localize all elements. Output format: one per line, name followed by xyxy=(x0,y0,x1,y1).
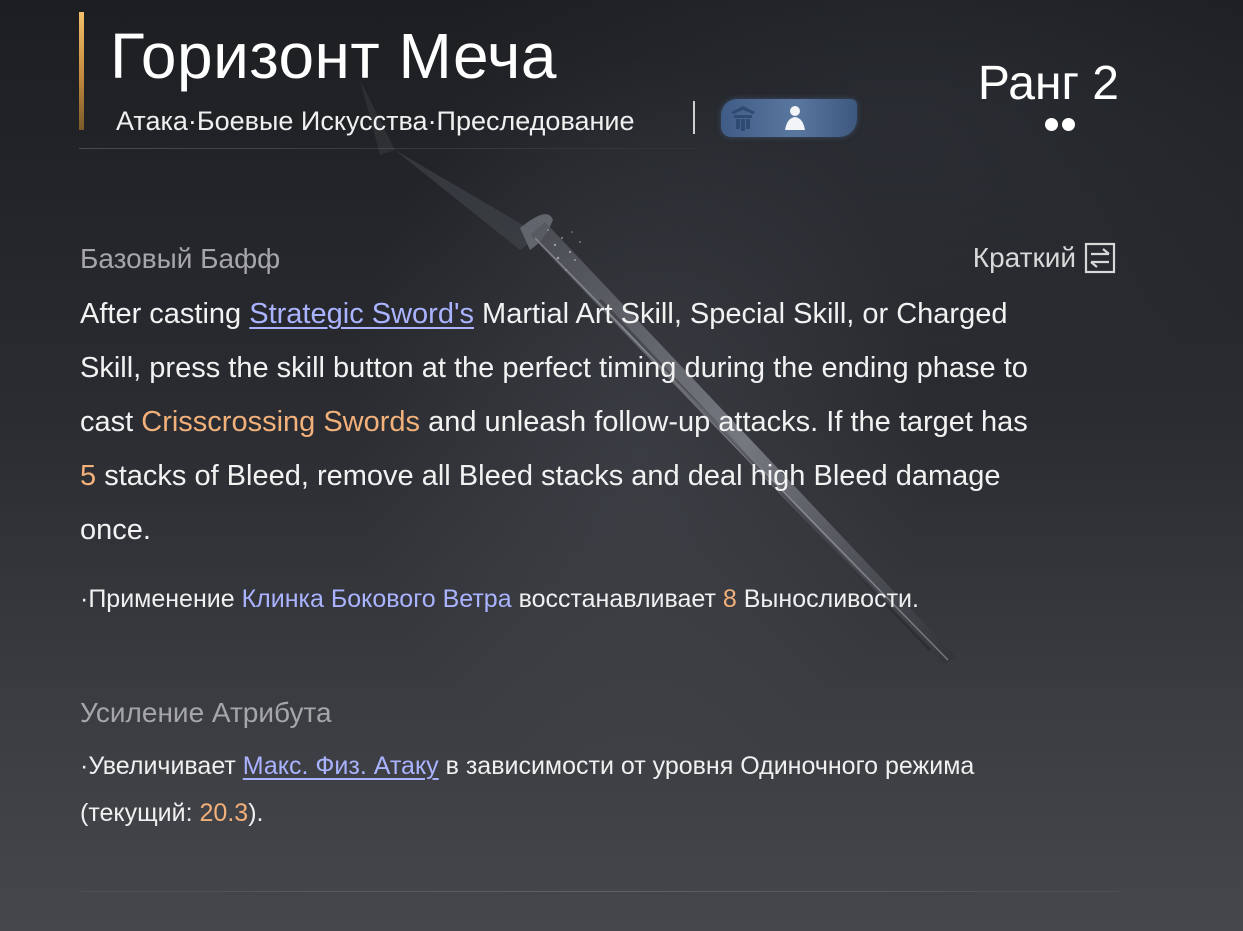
base-buff-description: After casting Strategic Sword's Martial … xyxy=(80,287,1040,557)
rank-label: Ранг 2 xyxy=(977,57,1119,110)
desc-text: and unleash follow-up attacks. If the ta… xyxy=(420,406,1028,438)
rank-dot xyxy=(1045,118,1058,131)
divider xyxy=(693,101,695,134)
skill-header: Горизонт Меча Атака·Боевые Искусства·Пре… xyxy=(79,12,1119,152)
desc-text: stacks of Bleed, remove all Bleed stacks… xyxy=(80,460,1001,546)
skill-categories: Атака·Боевые Искусства·Преследование xyxy=(116,106,635,136)
title-accent-bar xyxy=(79,12,84,130)
figure-icon xyxy=(785,106,805,130)
brief-toggle-label: Краткий xyxy=(972,242,1076,273)
swap-arrows-icon xyxy=(1084,242,1116,274)
rank-dots xyxy=(1045,118,1079,132)
bullet-text: ·Увеличивает xyxy=(80,752,243,780)
base-buff-label: Базовый Бафф xyxy=(80,243,281,274)
desc-text: After casting xyxy=(80,298,250,330)
base-buff-bullet: ·Применение Клинка Бокового Ветра восста… xyxy=(80,576,1080,623)
rank-dot xyxy=(1062,118,1075,131)
bullet-text: Выносливости. xyxy=(736,585,919,613)
max-phys-attack-link[interactable]: Макс. Физ. Атаку xyxy=(243,752,439,780)
bottom-divider xyxy=(80,891,1120,892)
skill-title: Горизонт Меча xyxy=(110,20,557,92)
skill-tag-pill xyxy=(721,99,857,137)
side-wind-blade-skill: Клинка Бокового Ветра xyxy=(241,585,512,613)
stamina-amount: 8 xyxy=(722,585,737,613)
crisscrossing-swords-highlight: Crisscrossing Swords xyxy=(141,406,421,438)
guard-stance-icon xyxy=(731,106,755,131)
header-underline xyxy=(79,148,699,149)
bullet-text: ·Применение xyxy=(80,585,242,613)
bullet-text: восстанавливает xyxy=(511,585,723,613)
strategic-sword-link[interactable]: Strategic Sword's xyxy=(249,298,474,330)
current-value: 20.3 xyxy=(199,799,249,827)
attribute-boost-bullet: ·Увеличивает Макс. Физ. Атаку в зависимо… xyxy=(80,743,1000,837)
attribute-boost-label: Усиление Атрибута xyxy=(80,697,332,728)
brief-toggle-button[interactable]: Краткий xyxy=(973,239,1116,277)
bleed-stack-count: 5 xyxy=(80,460,97,492)
bullet-text: ). xyxy=(248,799,264,827)
